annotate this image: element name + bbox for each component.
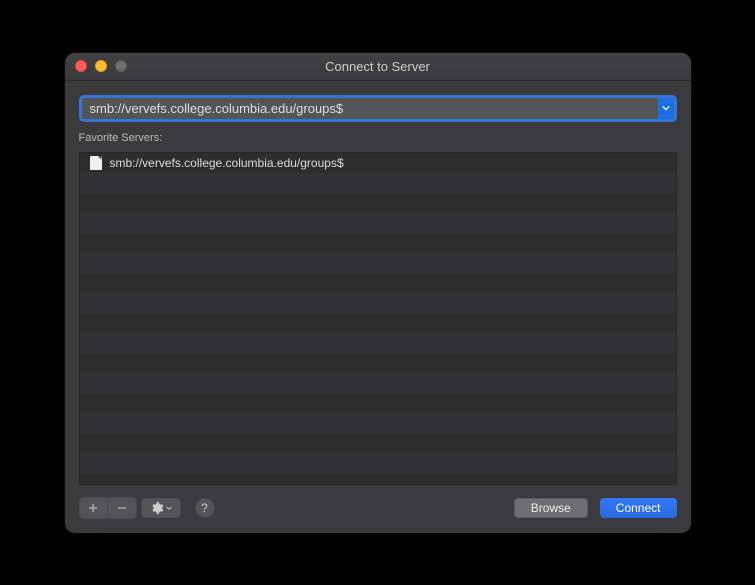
connect-button[interactable]: Connect [600, 498, 677, 518]
empty-row [80, 413, 676, 433]
empty-row [80, 453, 676, 473]
empty-row [80, 433, 676, 453]
empty-row [80, 193, 676, 213]
empty-row [80, 313, 676, 333]
connect-to-server-window: Connect to Server Favorite Servers: smb:… [65, 53, 691, 533]
empty-row [80, 253, 676, 273]
gear-icon [150, 501, 164, 515]
minimize-window-button[interactable] [95, 60, 107, 72]
empty-row [80, 333, 676, 353]
empty-row [80, 353, 676, 373]
add-favorite-button[interactable] [80, 498, 108, 518]
traffic-lights [65, 60, 127, 72]
window-content: Favorite Servers: smb://vervefs.college.… [65, 81, 691, 533]
actions-menu-button[interactable] [141, 498, 181, 518]
close-window-button[interactable] [75, 60, 87, 72]
list-item[interactable]: smb://vervefs.college.columbia.edu/group… [80, 153, 676, 173]
empty-row [80, 373, 676, 393]
question-mark-icon: ? [201, 501, 208, 515]
window-titlebar: Connect to Server [65, 53, 691, 81]
server-icon [90, 156, 102, 170]
favorite-servers-list[interactable]: smb://vervefs.college.columbia.edu/group… [79, 152, 677, 485]
empty-row [80, 293, 676, 313]
maximize-window-button [115, 60, 127, 72]
toolbar: ? Browse Connect [79, 497, 677, 519]
chevron-down-icon [166, 505, 172, 511]
empty-row [80, 213, 676, 233]
server-address-field-wrap [79, 95, 677, 122]
browse-button[interactable]: Browse [514, 498, 588, 518]
server-address-history-dropdown[interactable] [658, 98, 674, 119]
empty-row [80, 393, 676, 413]
help-button[interactable]: ? [195, 498, 215, 518]
window-title: Connect to Server [65, 59, 691, 74]
empty-row [80, 233, 676, 253]
list-item-label: smb://vervefs.college.columbia.edu/group… [110, 156, 344, 170]
empty-row [80, 173, 676, 193]
chevron-down-icon [662, 104, 670, 112]
favorites-label: Favorite Servers: [79, 132, 677, 144]
minus-icon [117, 503, 127, 513]
plus-icon [88, 503, 98, 513]
empty-row [80, 273, 676, 293]
remove-favorite-button[interactable] [108, 498, 136, 518]
server-address-input[interactable] [82, 98, 658, 119]
favorite-add-remove-group [79, 497, 137, 519]
